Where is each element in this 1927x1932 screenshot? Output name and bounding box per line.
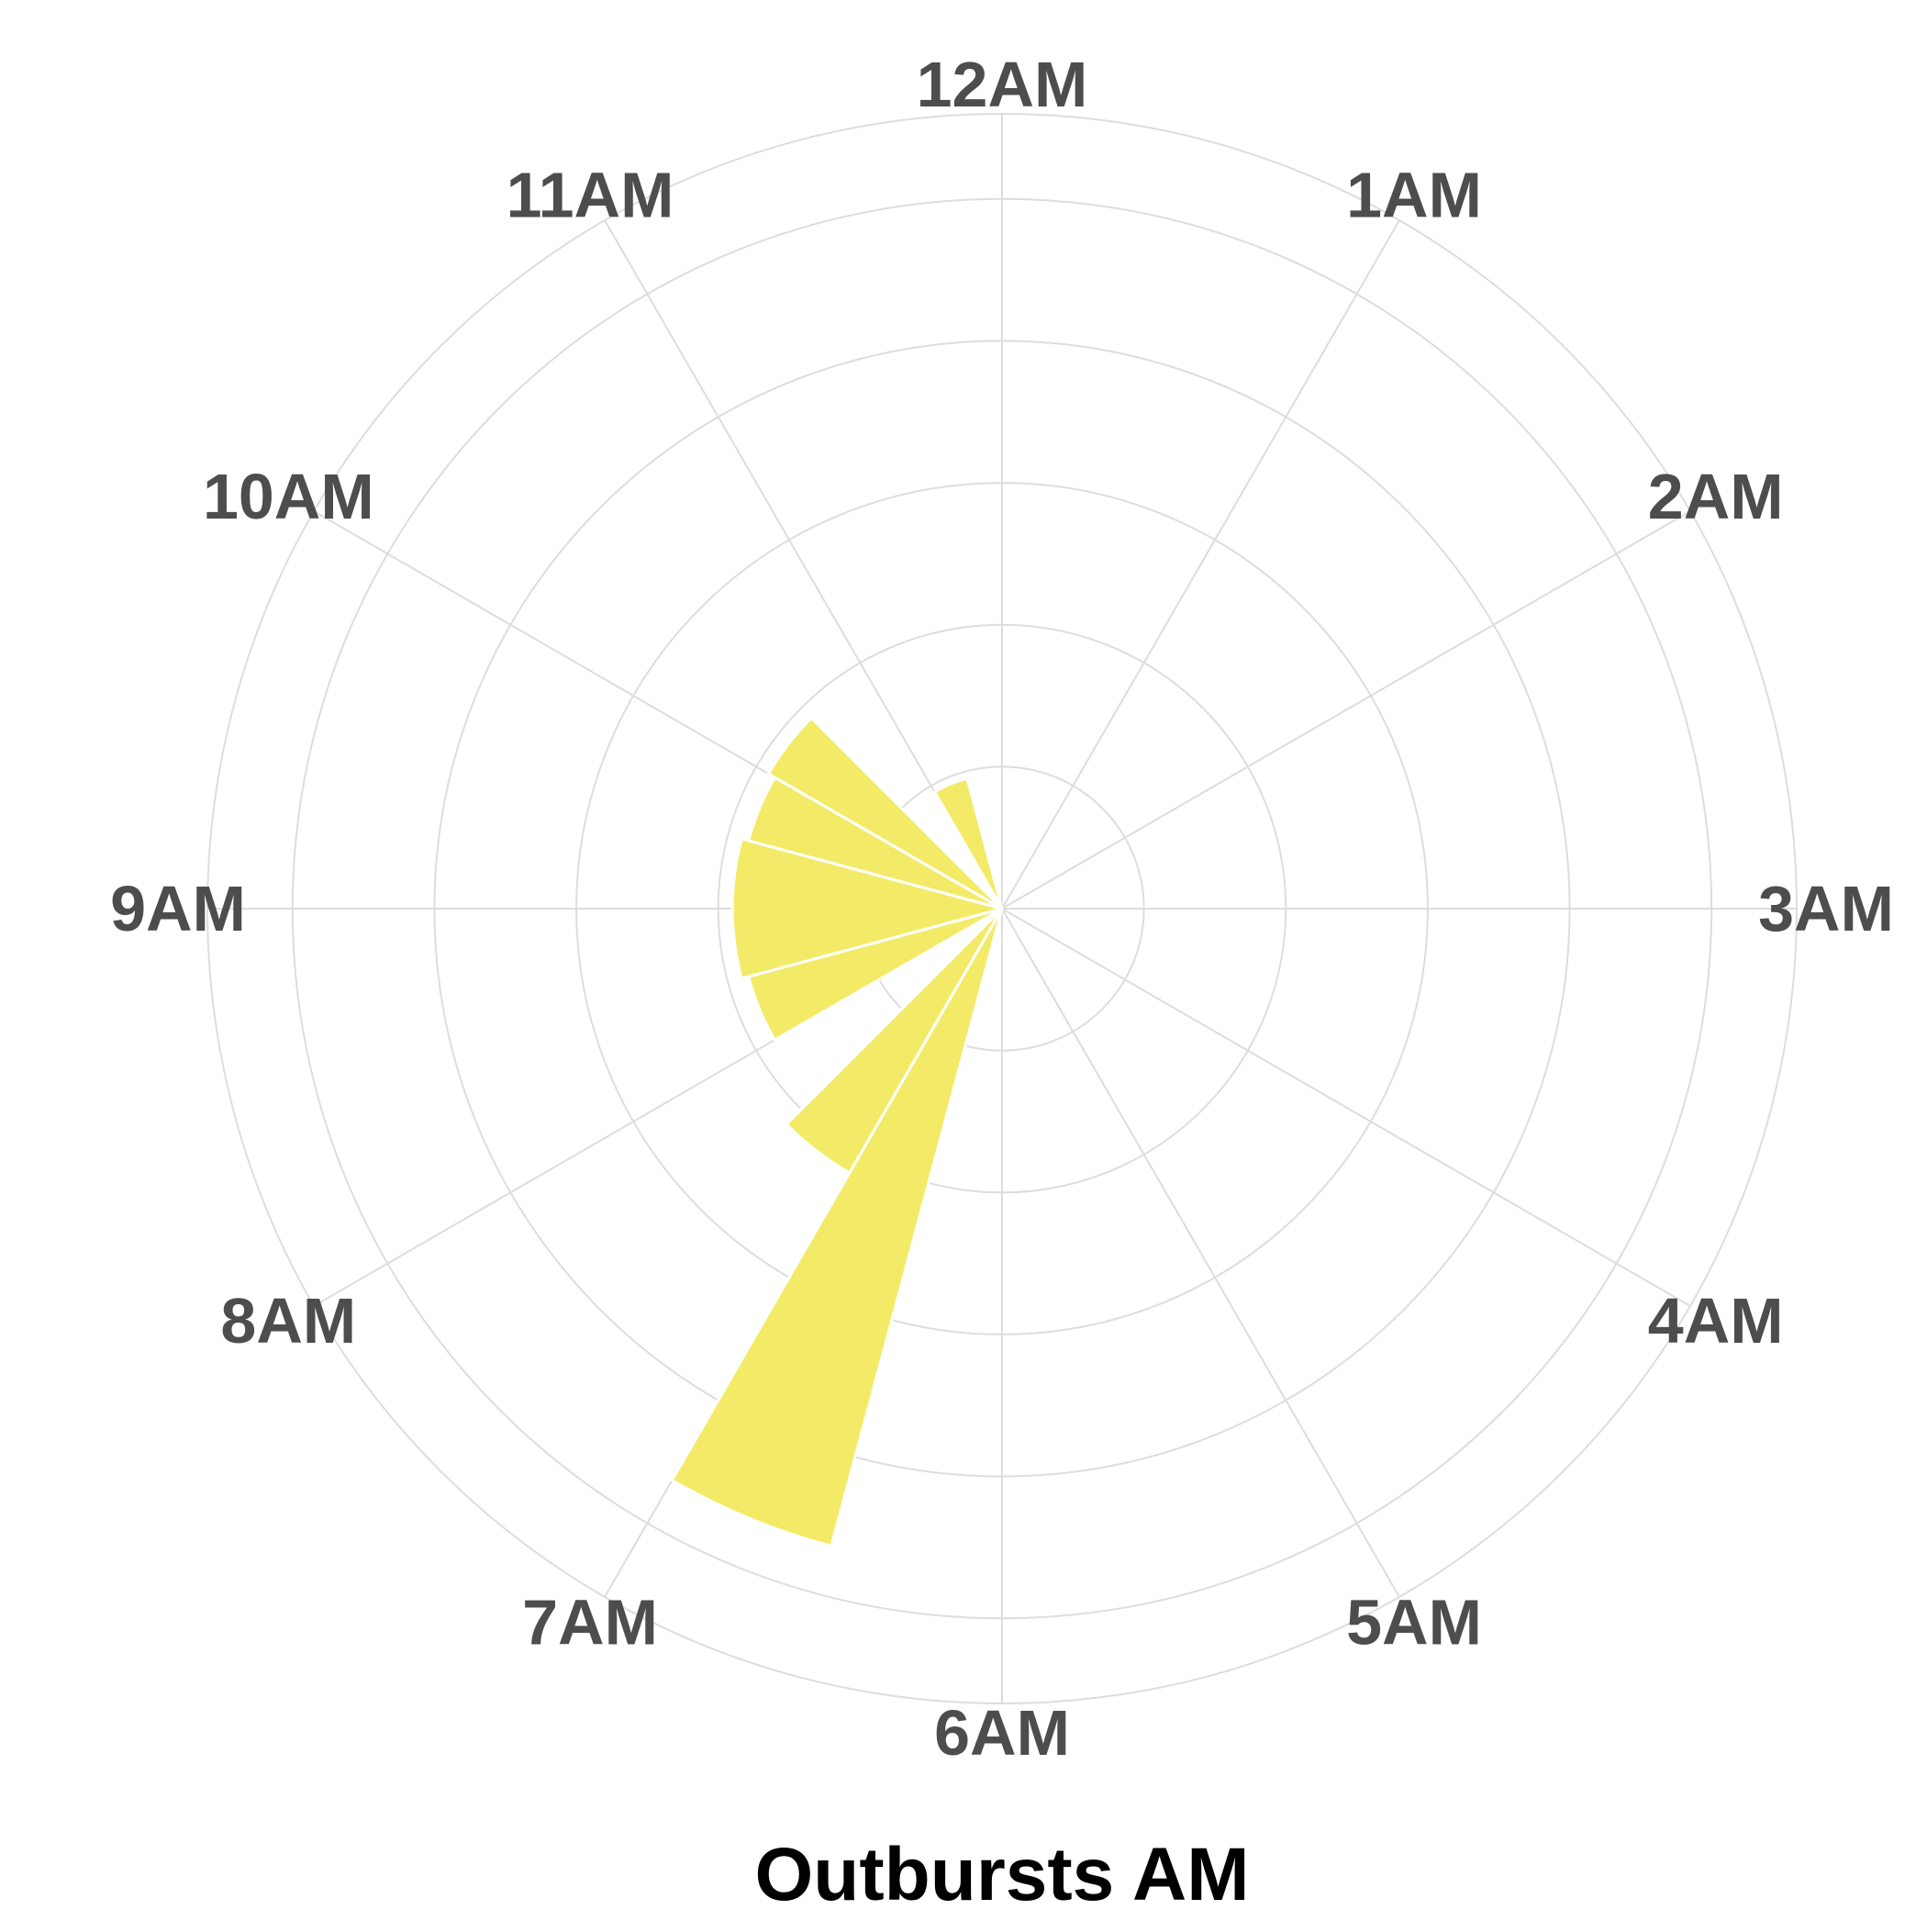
chart-container: 12AM 1AM 2AM 3AM 4AM 5AM 6AM 7AM 8AM 9AM 10AM 11AM … <box>0 0 1927 1927</box>
bar-group <box>670 716 1004 1548</box>
tick-label-9am: 9AM <box>110 873 246 944</box>
tick-label-7am: 7AM <box>522 1587 658 1658</box>
tick-label-2am: 2AM <box>1648 461 1784 532</box>
polar-bar-chart: 12AM1AM2AM3AM4AM5AM6AM7AM8AM9AM10AM11AM … <box>110 49 1894 1916</box>
tick-label-8am: 8AM <box>220 1285 356 1357</box>
tick-label-10am: 10AM <box>203 461 374 532</box>
tick-label-12am: 12AM <box>917 49 1088 120</box>
grid-spoke <box>1001 908 1400 1598</box>
tick-label-6am: 6AM <box>934 1697 1070 1769</box>
tick-label-1am: 1AM <box>1346 159 1482 230</box>
grid-spoke <box>1001 510 1691 910</box>
tick-label-4am: 4AM <box>1648 1285 1784 1357</box>
tick-label-5am: 5AM <box>1346 1587 1482 1658</box>
grid-spoke <box>1001 908 1691 1307</box>
grid-spoke <box>1001 219 1400 910</box>
tick-label-3am: 3AM <box>1758 873 1894 944</box>
tick-label-11am: 11AM <box>507 159 674 230</box>
x-axis-title: Outbursts AM <box>754 1833 1249 1916</box>
